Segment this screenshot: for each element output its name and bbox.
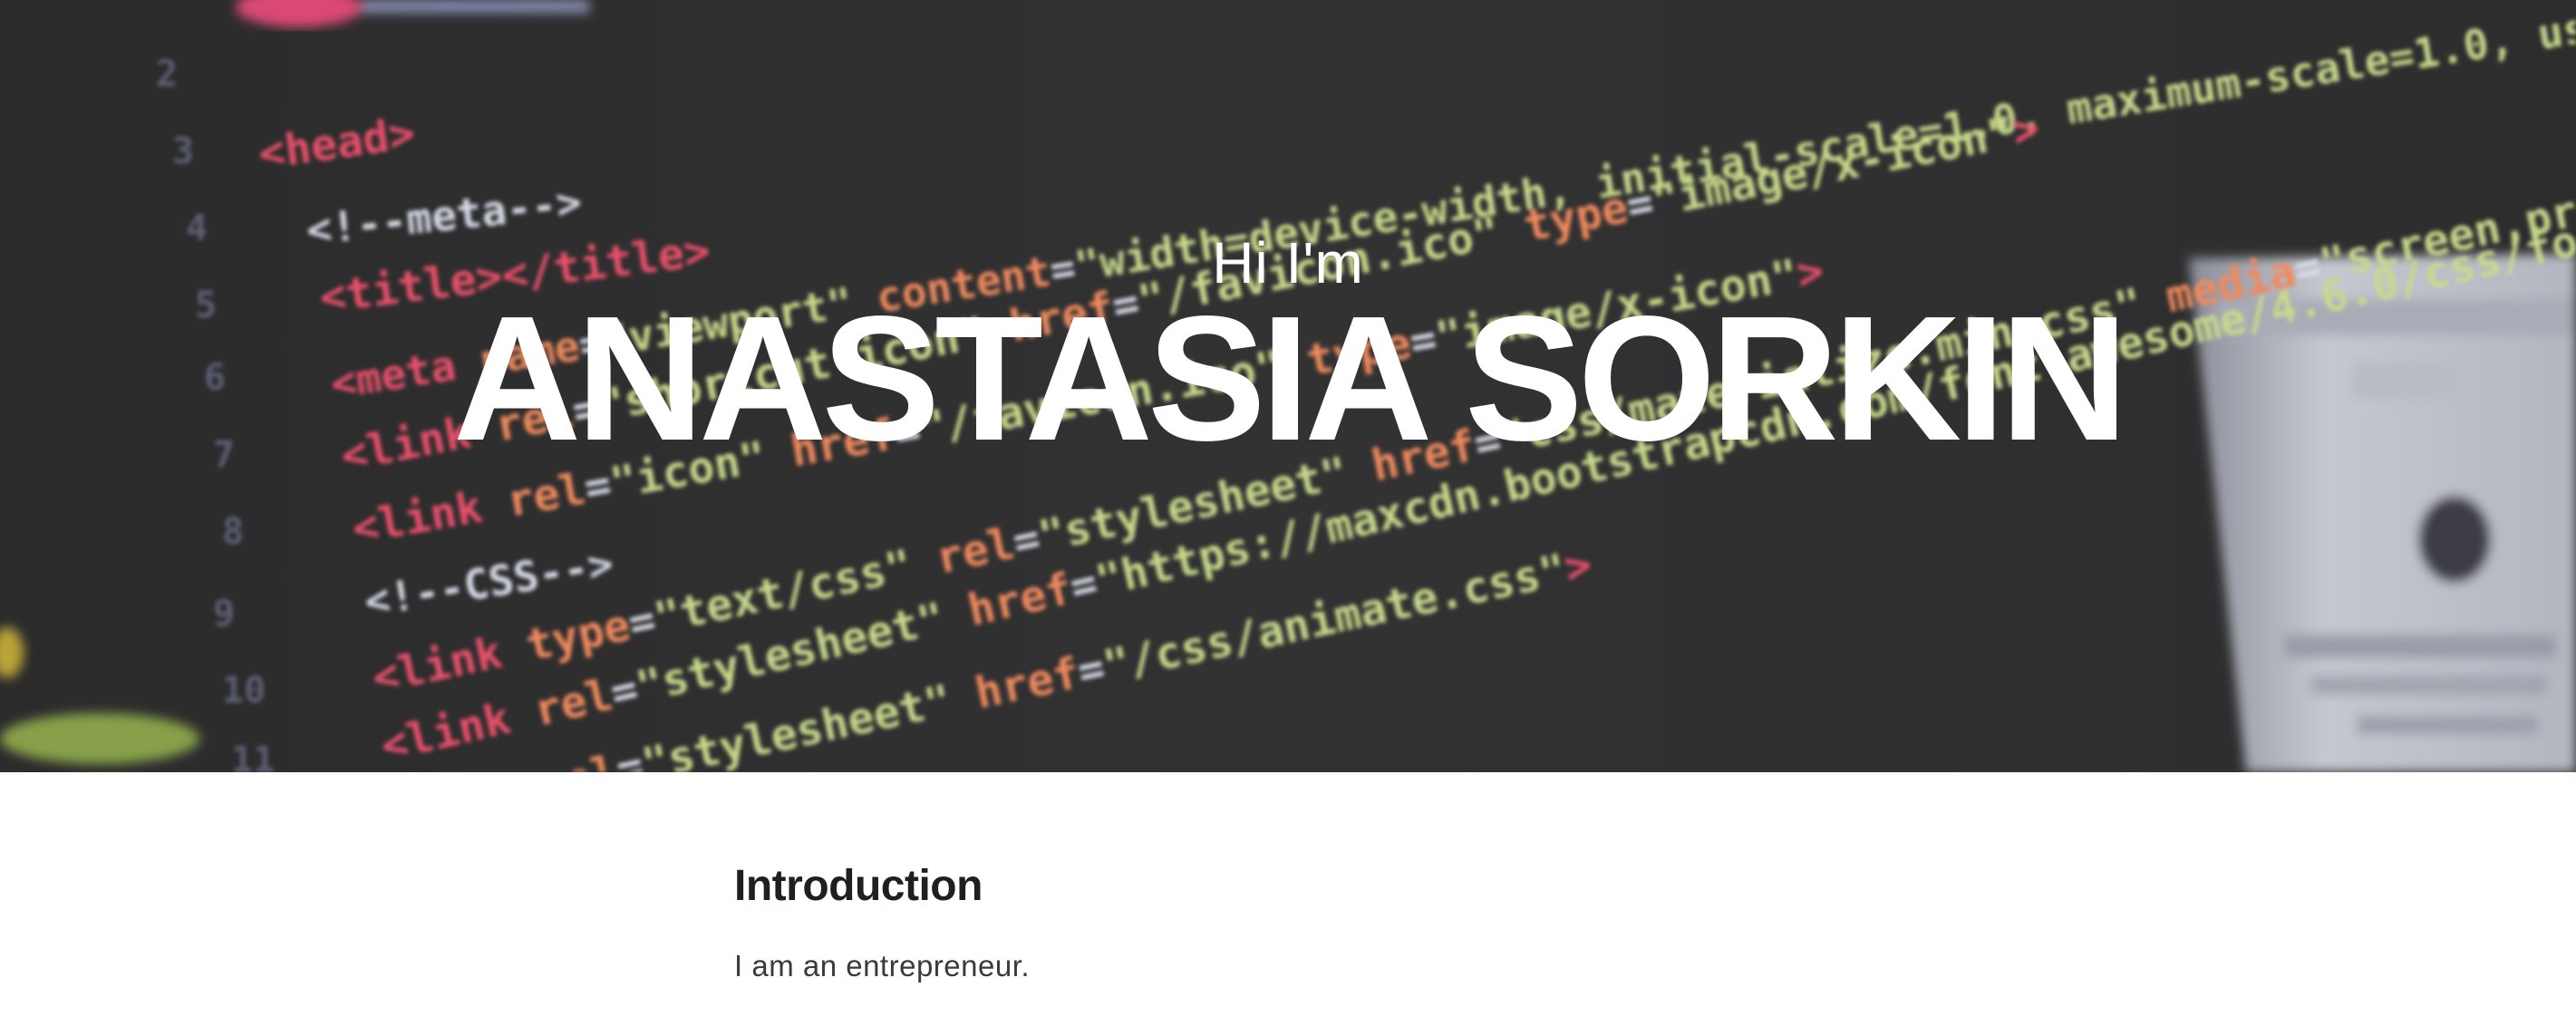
section-body-text: I am an entrepreneur. <box>734 949 1031 982</box>
hero-banner: 2 3 4 5 6 7 8 9 10 11 <head> <!--meta-->… <box>0 0 2576 772</box>
hero-name: ANASTASIA SORKIN <box>452 279 2128 478</box>
hero-text-overlay: Hi I'm ANASTASIA SORKIN <box>0 0 2576 772</box>
section-title: Introduction <box>734 862 983 910</box>
